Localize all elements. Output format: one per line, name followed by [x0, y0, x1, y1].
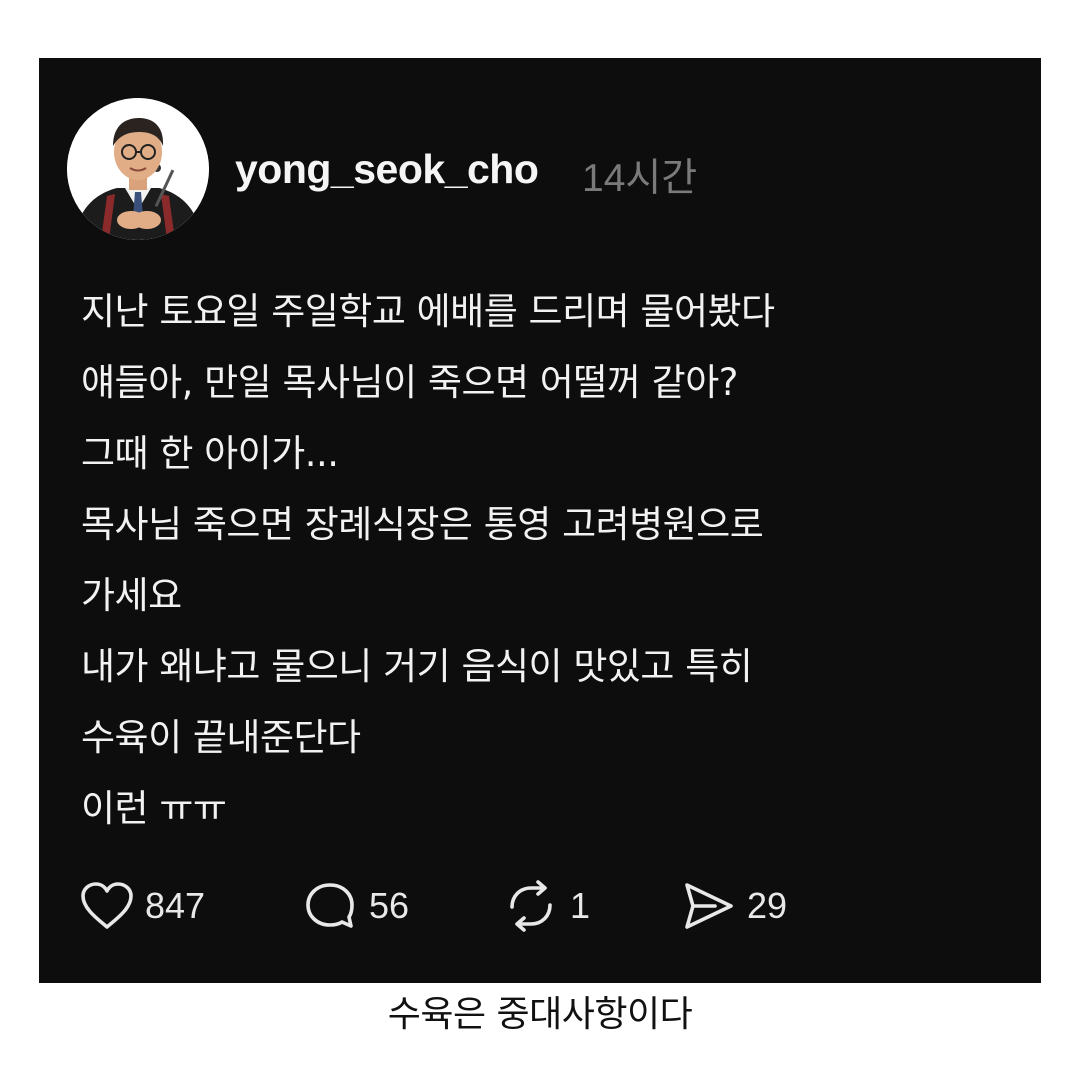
post-timestamp: 14시간: [582, 157, 698, 200]
send-icon: [685, 883, 733, 929]
thread-post: yong_seok_cho 14시간 지난 토요일 주일학교 에배를 드리며 물…: [39, 58, 1041, 983]
repost-count: 1: [570, 885, 591, 926]
share-count: 29: [747, 885, 788, 926]
post-line: 가세요: [81, 574, 182, 617]
post-line: 그때 한 아이가...: [81, 432, 339, 475]
username[interactable]: yong_seok_cho: [235, 146, 539, 193]
post-line: 이런 ㅠㅠ: [81, 787, 227, 830]
post-line: 내가 왜냐고 물으니 거기 음식이 맛있고 특히: [81, 645, 753, 688]
comment-count: 56: [369, 885, 410, 926]
post-line: 지난 토요일 주일학교 에배를 드리며 물어봤다: [81, 290, 775, 333]
post-line: 목사님 죽으면 장례식장은 통영 고려병원으로: [81, 503, 764, 546]
post-line: 수육이 끝내준단다: [81, 716, 361, 759]
comment-icon: [306, 883, 354, 928]
repost-icon: [510, 880, 552, 932]
like-count: 847: [145, 885, 206, 926]
avatar-illustration: [67, 98, 209, 240]
repost-button[interactable]: 1: [502, 876, 590, 936]
post-line: 얘들아, 만일 목사님이 죽으면 어떨꺼 같아?: [81, 361, 738, 404]
profile-avatar[interactable]: [67, 98, 209, 240]
like-button[interactable]: 847: [79, 876, 205, 936]
share-button[interactable]: 29: [679, 876, 787, 936]
post-body: 지난 토요일 주일학교 에배를 드리며 물어봤다 얘들아, 만일 목사님이 죽으…: [81, 276, 1021, 844]
heart-icon: [81, 882, 133, 929]
comment-button[interactable]: 56: [303, 876, 409, 936]
caption-text: 수육은 중대사항이다: [387, 994, 693, 1035]
